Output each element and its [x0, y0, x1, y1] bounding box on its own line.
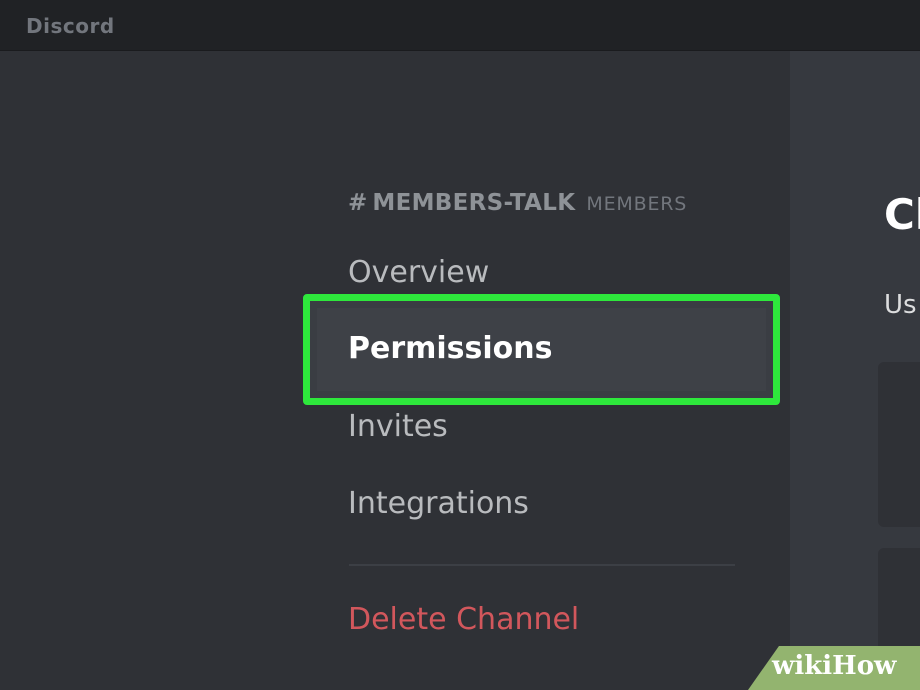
channel-category: MEMBERS: [586, 193, 688, 215]
content-subtitle: Us: [884, 290, 917, 320]
discord-window: Discord # MEMBERS-TALK MEMBERS Overview …: [0, 0, 920, 690]
menu-item-integrations[interactable]: Integrations: [348, 486, 529, 521]
hash-icon: #: [348, 190, 368, 216]
app-title: Discord: [26, 14, 115, 38]
channel-header: # MEMBERS-TALK MEMBERS: [348, 190, 687, 216]
delete-channel-button[interactable]: Delete Channel: [348, 602, 579, 637]
content-title: Cl: [884, 190, 920, 239]
menu-item-permissions[interactable]: Permissions: [348, 331, 553, 366]
menu-item-overview[interactable]: Overview: [348, 255, 489, 290]
channel-name: MEMBERS-TALK: [372, 190, 576, 216]
wikihow-watermark-text: wikiHow: [772, 651, 897, 681]
menu-item-invites[interactable]: Invites: [348, 409, 448, 444]
title-bar: Discord: [0, 0, 920, 51]
menu-separator: [349, 564, 735, 566]
content-panel: [878, 362, 920, 527]
